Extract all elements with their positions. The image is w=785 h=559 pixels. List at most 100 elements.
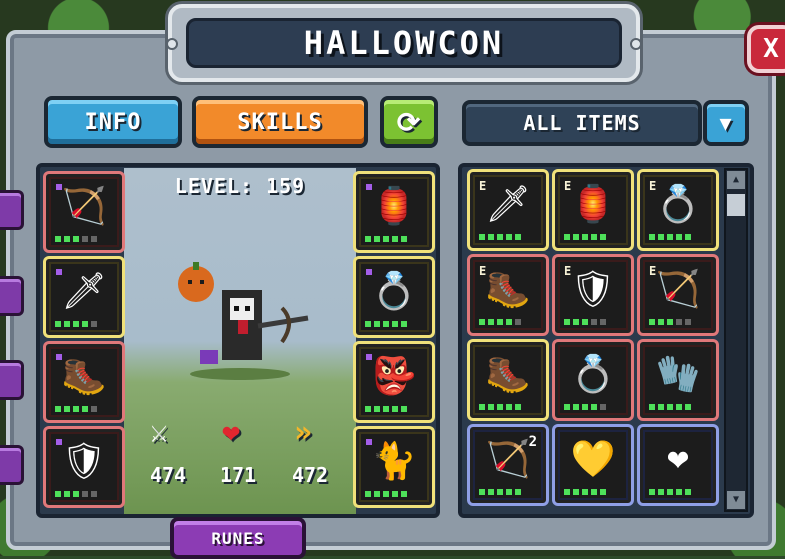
item-slot[interactable]: 🥾 [470, 342, 546, 418]
scroll-down-arrow[interactable]: ▼ [727, 491, 745, 509]
upgrade-pips [564, 489, 606, 495]
upgrade-pip [582, 234, 588, 240]
item-slot[interactable]: 💍 [356, 259, 432, 335]
upgrade-pip [365, 236, 371, 242]
item-slot[interactable]: 🏮 [356, 174, 432, 250]
upgrade-pip [573, 404, 579, 410]
heart-icon: ❤ [222, 415, 241, 450]
upgrade-pip [506, 404, 512, 410]
upgrade-pip [479, 489, 485, 495]
upgrade-pip [573, 319, 579, 325]
upgrade-pip [658, 404, 664, 410]
goblin-pet-icon: 👺 [371, 356, 417, 397]
upgrade-pip [392, 321, 398, 327]
red-gem-amulet-icon: ❤ [667, 438, 689, 479]
dark-boot-icon: 🥾 [485, 354, 531, 395]
upgrade-pip [582, 404, 588, 410]
item-slot[interactable]: 🧤 [640, 342, 716, 418]
upgrade-pip [374, 321, 380, 327]
item-slot[interactable]: 💍 [555, 342, 631, 418]
upgrade-pip [600, 404, 606, 410]
upgrade-pips [564, 319, 606, 325]
side-tab-1[interactable] [0, 190, 24, 230]
side-tab-3[interactable] [0, 360, 24, 400]
upgrade-pip [479, 319, 485, 325]
shadow-cat-icon: 🐈 [371, 441, 417, 482]
item-slot[interactable]: ❤ [640, 427, 716, 503]
upgrade-pip [515, 404, 521, 410]
upgrade-pip [591, 404, 597, 410]
upgrade-pip [582, 319, 588, 325]
upgrade-pip [591, 319, 597, 325]
item-slot[interactable]: E 🏮 [555, 172, 631, 248]
upgrade-pip [649, 404, 655, 410]
upgrade-pip [91, 236, 97, 242]
upgrade-pips [649, 489, 691, 495]
upgrade-pip [73, 491, 79, 497]
item-slot[interactable]: 👺 [356, 344, 432, 420]
upgrade-pip [479, 234, 485, 240]
upgrade-pip [374, 236, 380, 242]
upgrade-pip [506, 489, 512, 495]
crossbow-icon: 🏹 [61, 186, 107, 227]
item-slot[interactable]: E 💍 [640, 172, 716, 248]
upgrade-pip [600, 319, 606, 325]
upgrade-pip [685, 404, 691, 410]
upgrade-pip [564, 404, 570, 410]
upgrade-pip [573, 489, 579, 495]
hero-level: LEVEL: 159 [174, 174, 306, 198]
skull-ring-icon: 💍 [570, 354, 616, 395]
upgrade-pip [82, 236, 88, 242]
scroll-up-arrow[interactable]: ▲ [727, 171, 745, 189]
item-slot[interactable]: 🗡 [46, 259, 122, 335]
scroll-thumb[interactable] [727, 194, 745, 216]
item-slot[interactable]: 💛 [555, 427, 631, 503]
upgrade-pip [55, 406, 61, 412]
upgrade-pip [401, 321, 407, 327]
item-filter-select[interactable]: ALL ITEMS [462, 100, 702, 146]
upgrade-pip [82, 321, 88, 327]
item-slot[interactable]: E 🥾 [470, 257, 546, 333]
item-slot[interactable]: 🐈 [356, 429, 432, 505]
upgrade-pip [515, 319, 521, 325]
upgrade-pip [91, 406, 97, 412]
page-title: HALLOWCON [186, 18, 622, 68]
upgrade-pip [55, 321, 61, 327]
upgrade-pip [64, 236, 70, 242]
close-button[interactable]: X [747, 25, 785, 73]
tab-info[interactable]: INFO [44, 96, 182, 148]
upgrade-pip [676, 234, 682, 240]
dark-armor-icon: 🛡 [61, 441, 107, 482]
side-tab-2[interactable] [0, 276, 24, 316]
side-tab-4[interactable] [0, 445, 24, 485]
tab-skills[interactable]: SKILLS [192, 96, 368, 148]
upgrade-pip [515, 234, 521, 240]
upgrade-pips [365, 406, 407, 412]
item-slot[interactable]: 2 🏹 [470, 427, 546, 503]
item-slot[interactable]: 🥾 [46, 344, 122, 420]
item-slot[interactable]: 🏹 [46, 174, 122, 250]
tab-runes[interactable]: RUNES [170, 517, 306, 559]
filter-dropdown-button[interactable]: ▼ [703, 100, 749, 146]
upgrade-pip [365, 321, 371, 327]
upgrade-pip [374, 491, 380, 497]
refresh-button[interactable]: ⟳ [380, 96, 438, 148]
upgrade-pip [55, 491, 61, 497]
item-slot[interactable]: E 🏹 [640, 257, 716, 333]
upgrade-pips [479, 489, 521, 495]
item-slot[interactable]: E 🛡 [555, 257, 631, 333]
upgrade-pip [600, 489, 606, 495]
sword-icon: ⚔ [150, 415, 169, 450]
item-slot[interactable]: E 🗡 [470, 172, 546, 248]
refresh-icon: ⟳ [396, 105, 422, 139]
golden-boot-icon: 🥾 [485, 269, 531, 310]
upgrade-pip [64, 406, 70, 412]
item-slot[interactable]: 🛡 [46, 429, 122, 505]
bolt-icon [630, 38, 642, 50]
upgrade-pip [564, 319, 570, 325]
totem-amulet-icon: 🏮 [570, 184, 616, 225]
upgrade-pips [365, 321, 407, 327]
inventory-scrollbar[interactable]: ▲ ▼ [724, 168, 748, 512]
upgrade-pip [658, 319, 664, 325]
upgrade-pip [676, 404, 682, 410]
